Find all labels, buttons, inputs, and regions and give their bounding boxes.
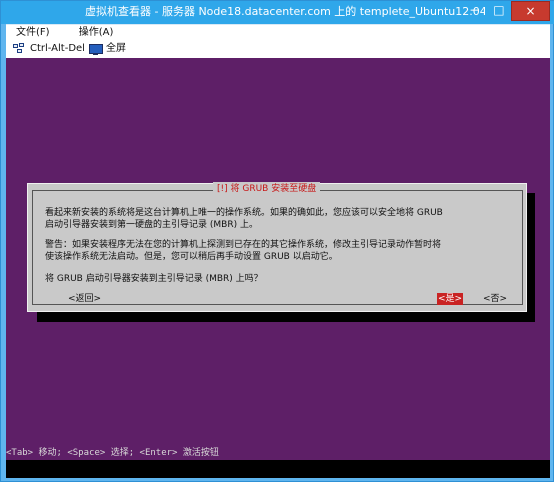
grub-install-dialog: [!] 将 GRUB 安装至硬盘 看起来新安装的系统将是这台计算机上唯一的操作系…: [27, 182, 527, 312]
dialog-question: 将 GRUB 启动引导器安装到主引导记录 (MBR) 上吗？: [45, 274, 263, 284]
ctrl-alt-del-button[interactable]: Ctrl-Alt-Del: [13, 40, 85, 58]
menu-bar: 文件(F) 操作(A): [6, 24, 550, 41]
monitor-icon: [88, 43, 103, 55]
dialog-warning: 警告：如果安装程序无法在您的计算机上探测到已存在的其它操作系统，修改主引导记录动…: [45, 240, 442, 262]
fullscreen-button[interactable]: 全屏: [88, 40, 126, 58]
menu-file[interactable]: 文件(F): [14, 25, 52, 41]
ctrl-alt-del-label: Ctrl-Alt-Del: [30, 43, 85, 54]
dialog-description: 看起来新安装的系统将是这台计算机上唯一的操作系统。如果的确如此，您应该可以安全地…: [45, 208, 443, 230]
virtual-machine-viewer-window: 虚拟机查看器 - 服务器 Node18.datacenter.com 上的 te…: [0, 0, 554, 482]
window-titlebar[interactable]: 虚拟机查看器 - 服务器 Node18.datacenter.com 上的 te…: [1, 1, 554, 24]
vm-console[interactable]: [!] 将 GRUB 安装至硬盘 看起来新安装的系统将是这台计算机上唯一的操作系…: [6, 58, 550, 478]
maximize-button[interactable]: □: [487, 1, 512, 21]
console-help-text: <Tab> 移动; <Space> 选择; <Enter> 激活按钮: [6, 448, 219, 458]
close-button[interactable]: ×: [511, 1, 551, 21]
back-button[interactable]: <返回>: [68, 293, 101, 305]
menu-action[interactable]: 操作(A): [77, 25, 116, 41]
fullscreen-label: 全屏: [106, 43, 126, 54]
console-footer-bar: [6, 460, 550, 478]
toolbar: Ctrl-Alt-Del 全屏: [6, 40, 550, 59]
no-button[interactable]: <否>: [483, 293, 507, 305]
yes-button[interactable]: <是>: [437, 293, 464, 305]
dialog-frame: [!] 将 GRUB 安装至硬盘 看起来新安装的系统将是这台计算机上唯一的操作系…: [32, 182, 523, 305]
minimize-button[interactable]: −: [462, 1, 487, 21]
keyboard-icon: [13, 43, 27, 55]
console-footer-edge: [6, 460, 30, 478]
window-controls: − □ ×: [462, 1, 551, 23]
dialog-title: [!] 将 GRUB 安装至硬盘: [213, 182, 321, 197]
window-title: 虚拟机查看器 - 服务器 Node18.datacenter.com 上的 te…: [85, 5, 485, 18]
